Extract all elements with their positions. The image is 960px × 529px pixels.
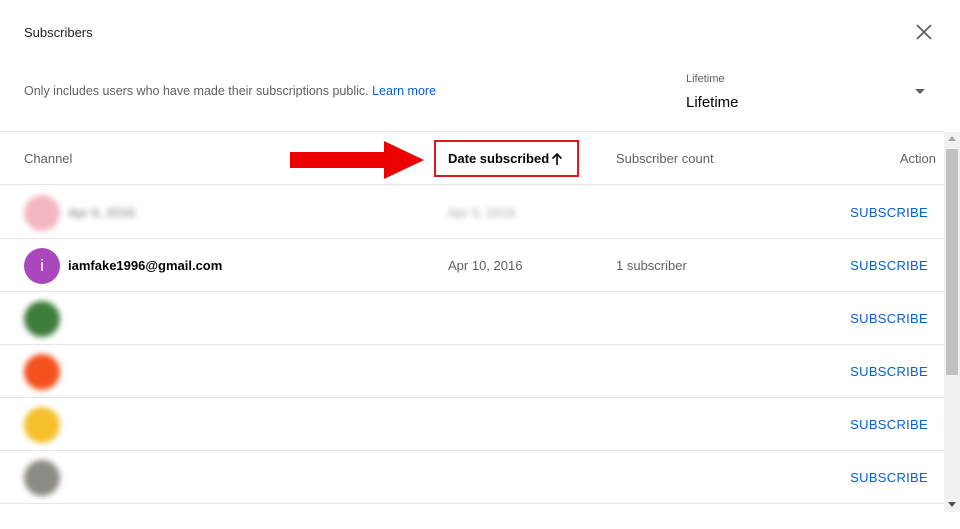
table-row: SUBSCRIBE	[0, 451, 944, 504]
period-dropdown-label: Lifetime	[686, 73, 725, 85]
learn-more-link[interactable]: Learn more	[372, 84, 436, 98]
date-subscribed: Apr 10, 2016	[448, 258, 523, 273]
table-row: Apr 6, 2016 Apr 6, 2016 SUBSCRIBE	[0, 186, 944, 239]
column-header-action: Action	[899, 151, 936, 166]
table-row: SUBSCRIBE	[0, 292, 944, 345]
avatar[interactable]	[24, 195, 60, 231]
scrollbar[interactable]	[944, 132, 960, 512]
avatar[interactable]: i	[24, 248, 60, 284]
column-header-subscriber-count[interactable]: Subscriber count	[616, 151, 714, 166]
subscriber-list: Apr 6, 2016 Apr 6, 2016 SUBSCRIBE i iamfake1…	[0, 186, 944, 504]
date-subscribed: Apr 6, 2016	[448, 205, 516, 220]
subscribe-button[interactable]: SUBSCRIBE	[850, 311, 928, 326]
scroll-up-arrow-icon[interactable]	[948, 136, 956, 141]
column-header-date-subscribed[interactable]: Date subscribed	[434, 140, 579, 177]
column-header-channel[interactable]: Channel	[24, 151, 72, 166]
subscribe-button[interactable]: SUBSCRIBE	[850, 258, 928, 273]
column-header-date-label: Date subscribed	[448, 151, 550, 166]
close-icon[interactable]	[912, 20, 936, 44]
table-row: SUBSCRIBE	[0, 398, 944, 451]
subscriber-count: 1 subscriber	[616, 258, 687, 273]
subscribe-button[interactable]: SUBSCRIBE	[850, 364, 928, 379]
period-dropdown-value: Lifetime	[686, 94, 739, 111]
avatar[interactable]	[24, 460, 60, 496]
table-row: SUBSCRIBE	[0, 345, 944, 398]
channel-name[interactable]: Apr 6, 2016	[68, 205, 135, 220]
scroll-down-arrow-icon[interactable]	[948, 502, 956, 507]
description-text: Only includes users who have made their …	[24, 84, 369, 98]
avatar[interactable]	[24, 354, 60, 390]
period-dropdown[interactable]: Lifetime Lifetime	[686, 70, 936, 120]
caret-down-icon	[915, 89, 925, 94]
dialog-title: Subscribers	[24, 25, 93, 40]
avatar[interactable]	[24, 301, 60, 337]
table-row: i iamfake1996@gmail.com Apr 10, 2016 1 subs…	[0, 239, 944, 292]
avatar[interactable]	[24, 407, 60, 443]
channel-name[interactable]: iamfake1996@gmail.com	[68, 258, 222, 273]
red-arrow-annotation	[290, 141, 424, 179]
subscribers-dialog: Subscribers Only includes users who have…	[0, 0, 960, 529]
description: Only includes users who have made their …	[24, 84, 436, 98]
sort-ascending-icon	[551, 152, 563, 165]
subscribe-button[interactable]: SUBSCRIBE	[850, 417, 928, 432]
subscribe-button[interactable]: SUBSCRIBE	[850, 470, 928, 485]
table-header: Channel Date subscribed Subscriber count…	[0, 132, 944, 185]
scroll-thumb[interactable]	[946, 149, 958, 375]
subscribe-button[interactable]: SUBSCRIBE	[850, 205, 928, 220]
